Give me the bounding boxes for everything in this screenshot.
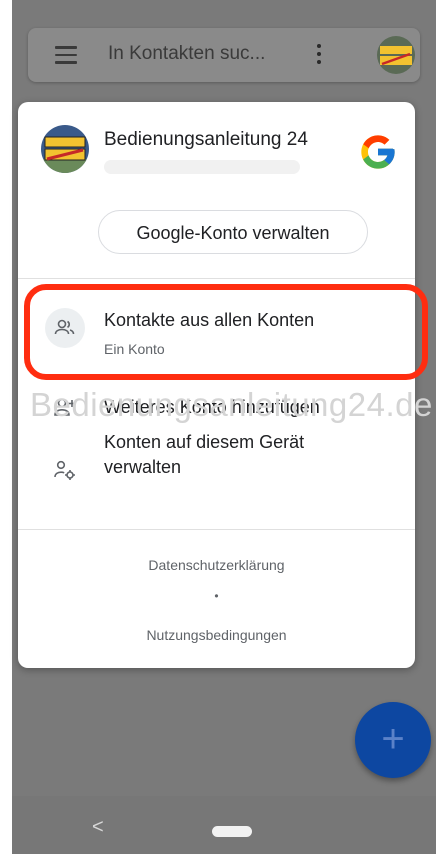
home-pill-icon[interactable] xyxy=(212,826,252,837)
menu-item-title: Weiteres Konto hinzufügen xyxy=(104,397,320,417)
menu-item-title: Kontakte aus allen Konten xyxy=(104,310,315,330)
divider xyxy=(18,278,415,279)
system-navigation-bar: < xyxy=(12,796,436,854)
account-avatar-large xyxy=(41,125,89,173)
terms-of-service-link[interactable]: Nutzungsbedingungen xyxy=(18,627,415,643)
manage-google-account-button[interactable]: Google-Konto verwalten xyxy=(98,210,368,254)
plus-icon: + xyxy=(381,717,405,761)
menu-item-subtitle: Ein Konto xyxy=(104,341,165,357)
google-logo-icon xyxy=(358,132,398,172)
menu-item-title-line2: verwalten xyxy=(104,457,182,477)
menu-item-add-account[interactable]: Weiteres Konto hinzufügen xyxy=(18,386,415,430)
account-email-redacted xyxy=(104,160,300,174)
divider xyxy=(18,529,415,530)
menu-item-manage-device-accounts[interactable]: Konten auf diesem Gerät verwalten xyxy=(18,432,415,512)
add-contact-fab[interactable]: + xyxy=(355,702,431,778)
account-switcher-card: Bedienungsanleitung 24 Google-Konto verw… xyxy=(18,102,415,668)
account-avatar[interactable] xyxy=(377,36,415,74)
hamburger-menu-icon[interactable] xyxy=(55,46,77,64)
menu-item-title: Konten auf diesem Gerät xyxy=(104,432,305,452)
account-name: Bedienungsanleitung 24 xyxy=(104,129,308,150)
search-bar[interactable]: In Kontakten suc... xyxy=(28,28,420,82)
manage-accounts-icon xyxy=(54,460,75,480)
people-icon xyxy=(54,319,75,335)
back-icon[interactable]: < xyxy=(92,816,104,839)
menu-item-all-accounts-contacts[interactable]: Kontakte aus allen Konten Ein Konto xyxy=(18,292,415,372)
search-placeholder[interactable]: In Kontakten suc... xyxy=(108,43,265,65)
person-add-icon xyxy=(54,398,76,416)
more-options-icon[interactable] xyxy=(316,44,322,66)
privacy-policy-link[interactable]: Datenschutzerklärung xyxy=(18,557,415,573)
footer-separator: • xyxy=(214,589,219,603)
